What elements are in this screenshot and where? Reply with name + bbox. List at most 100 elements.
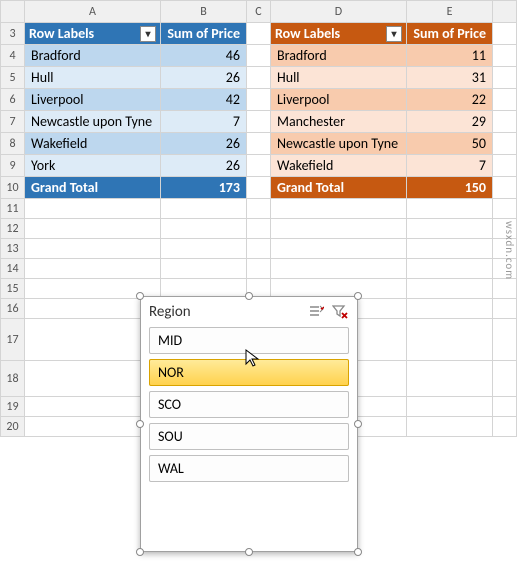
cell[interactable] [247,199,271,219]
pivot-row-label[interactable]: Bradford [271,45,407,67]
cell[interactable] [493,155,517,177]
pivot-value-header[interactable]: Sum of Price [161,23,247,45]
pivot-row-label[interactable]: Wakefield [271,155,407,177]
resize-handle[interactable] [354,292,362,300]
pivot-row-label[interactable]: Hull [25,67,161,89]
pivot-row-value[interactable]: 7 [407,155,493,177]
pivot-row-label[interactable]: Liverpool [271,89,407,111]
cell[interactable] [493,177,517,199]
cell[interactable] [247,239,271,259]
row-header[interactable]: 7 [1,111,25,133]
filter-dropdown-icon[interactable]: ▾ [386,26,402,42]
row-header[interactable]: 3 [1,23,25,45]
cell[interactable] [493,45,517,67]
row-header[interactable]: 20 [1,417,25,437]
row-header[interactable]: 5 [1,67,25,89]
row-header[interactable]: 16 [1,299,25,319]
multi-select-icon[interactable] [307,303,325,321]
pivot-row-value[interactable]: 11 [407,45,493,67]
pivot-row-value[interactable]: 29 [407,111,493,133]
resize-handle[interactable] [136,548,144,556]
cell[interactable] [493,417,517,437]
cell[interactable] [407,279,493,299]
resize-handle[interactable] [354,548,362,556]
cell[interactable] [247,219,271,239]
pivot-value-header[interactable]: Sum of Price [407,23,493,45]
pivot-row-label[interactable]: Wakefield [25,133,161,155]
cell[interactable] [271,259,407,279]
cell[interactable]: Row Labels▾ [25,23,161,45]
pivot-grand-total-label[interactable]: Grand Total [271,177,407,199]
cell[interactable] [161,219,247,239]
pivot-row-label[interactable]: Manchester [271,111,407,133]
cell[interactable] [25,199,161,219]
cell[interactable] [493,279,517,299]
row-header[interactable]: 14 [1,259,25,279]
pivot-row-value[interactable]: 26 [161,155,247,177]
cell[interactable] [407,361,493,397]
column-header[interactable]: E [407,1,493,23]
pivot-row-label[interactable]: Newcastle upon Tyne [271,133,407,155]
cell[interactable] [493,67,517,89]
row-header[interactable]: 18 [1,361,25,397]
cell[interactable] [247,23,271,45]
cell[interactable] [161,259,247,279]
slicer-region[interactable]: Region MIDNORSCOSOUWAL [140,296,358,552]
cell[interactable] [407,199,493,219]
row-header[interactable]: 17 [1,319,25,361]
row-header[interactable]: 11 [1,199,25,219]
pivot-row-label[interactable]: Liverpool [25,89,161,111]
filter-dropdown-icon[interactable]: ▾ [140,26,156,42]
pivot-row-label[interactable]: York [25,155,161,177]
column-header[interactable]: C [247,1,271,23]
cell[interactable] [25,239,161,259]
cell[interactable] [271,199,407,219]
row-header[interactable]: 13 [1,239,25,259]
pivot-row-label[interactable]: Bradford [25,45,161,67]
cell[interactable] [493,111,517,133]
row-header[interactable]: 10 [1,177,25,199]
slicer-item-sou[interactable]: SOU [149,423,349,450]
resize-handle[interactable] [136,420,144,428]
cell[interactable] [25,259,161,279]
row-header[interactable]: 15 [1,279,25,299]
cell[interactable] [247,67,271,89]
cell[interactable] [493,133,517,155]
pivot-row-value[interactable]: 22 [407,89,493,111]
cell[interactable] [271,239,407,259]
pivot-row-label[interactable]: Newcastle upon Tyne [25,111,161,133]
cell[interactable] [247,177,271,199]
pivot-row-value[interactable]: 31 [407,67,493,89]
column-header[interactable]: B [161,1,247,23]
pivot-grand-total-value[interactable]: 150 [407,177,493,199]
cell[interactable] [271,219,407,239]
cell[interactable] [25,219,161,239]
resize-handle[interactable] [245,548,253,556]
cell[interactable] [247,45,271,67]
cell[interactable] [407,319,493,361]
cell[interactable] [493,361,517,397]
pivot-row-value[interactable]: 46 [161,45,247,67]
pivot-row-value[interactable]: 26 [161,67,247,89]
pivot-grand-total-label[interactable]: Grand Total [25,177,161,199]
resize-handle[interactable] [245,292,253,300]
slicer-item-wal[interactable]: WAL [149,455,349,482]
column-header[interactable]: A [25,1,161,23]
cell[interactable] [493,397,517,417]
cell[interactable] [247,259,271,279]
column-header[interactable] [1,1,25,23]
pivot-row-value[interactable]: 50 [407,133,493,155]
pivot-row-value[interactable]: 7 [161,111,247,133]
resize-handle[interactable] [354,420,362,428]
cell[interactable] [407,219,493,239]
resize-handle[interactable] [136,292,144,300]
cell[interactable] [493,199,517,219]
row-header[interactable]: 4 [1,45,25,67]
cell[interactable] [247,111,271,133]
row-header[interactable]: 12 [1,219,25,239]
row-header[interactable]: 6 [1,89,25,111]
cell[interactable] [407,397,493,417]
pivot-row-label[interactable]: Hull [271,67,407,89]
cell[interactable] [493,23,517,45]
cell[interactable] [407,239,493,259]
